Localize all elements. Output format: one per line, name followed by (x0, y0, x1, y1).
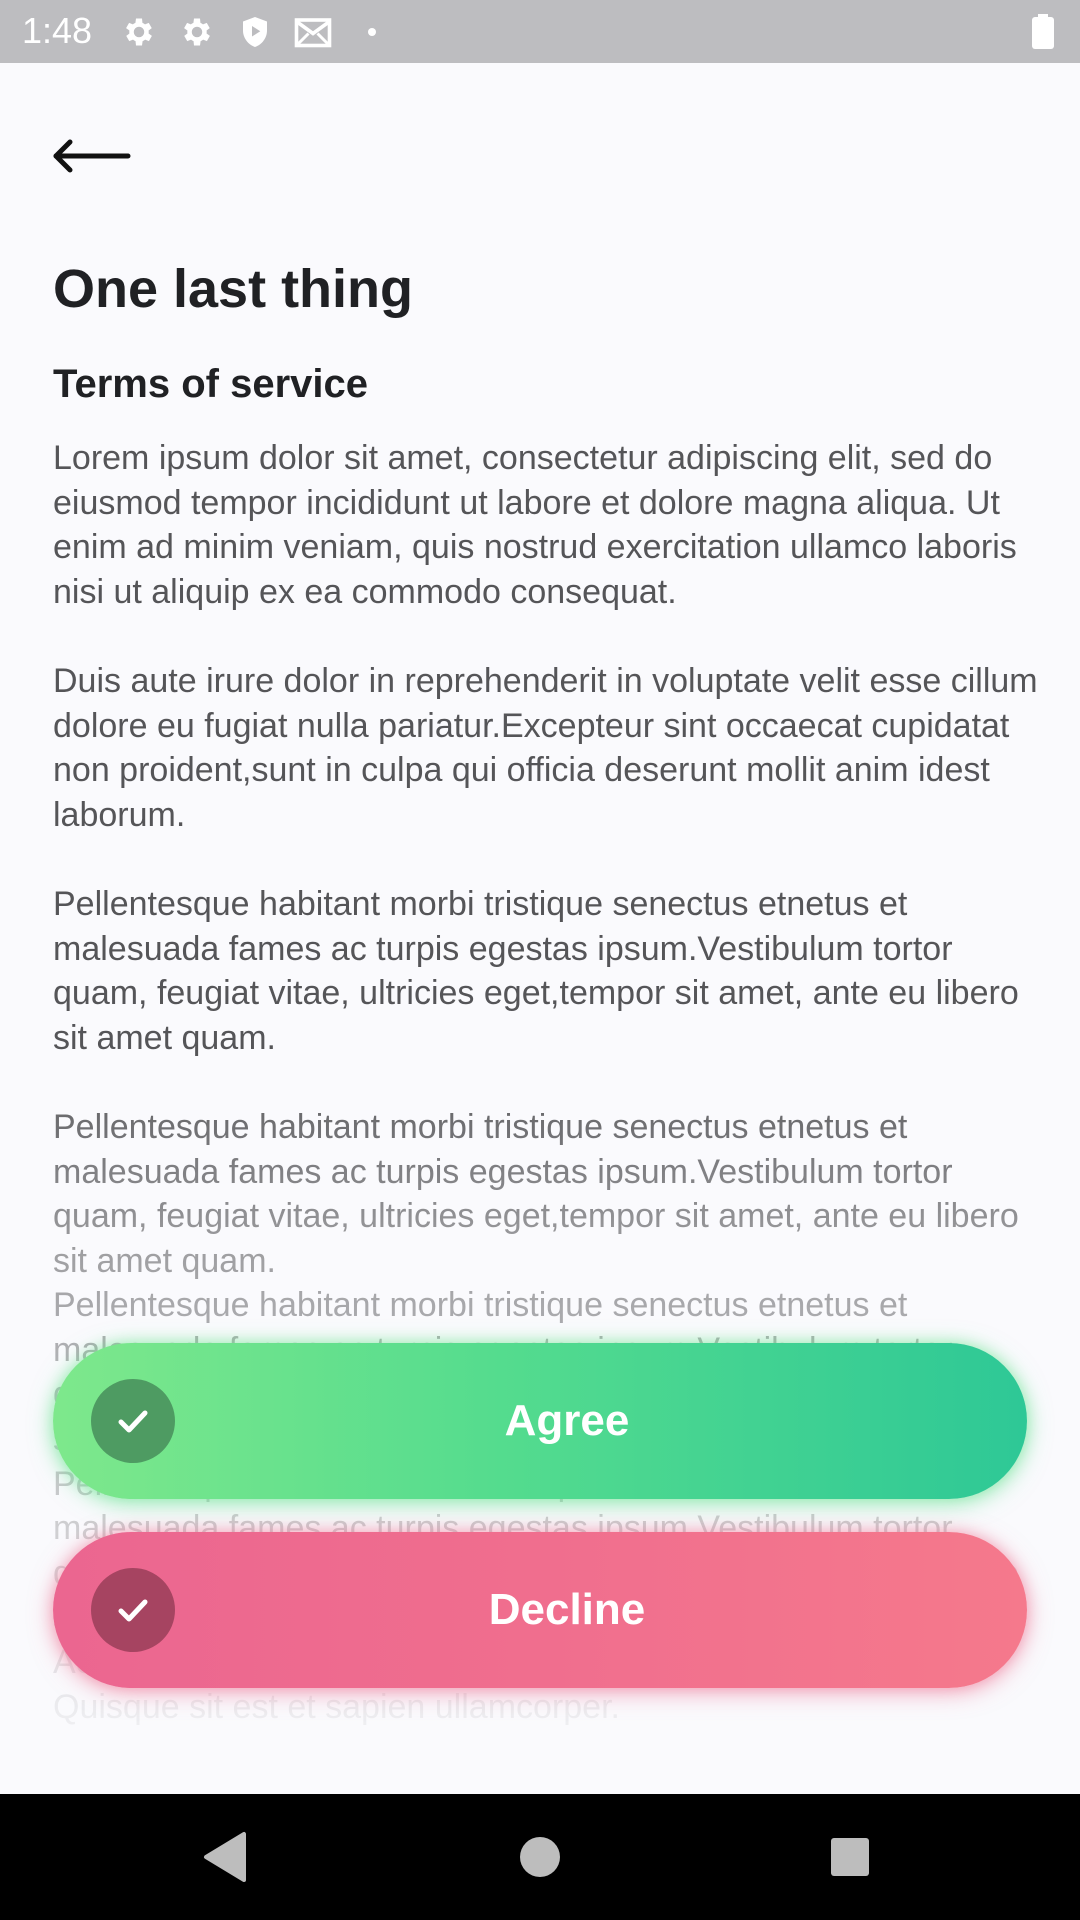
section-title: Terms of service (53, 362, 368, 406)
decline-button[interactable]: Decline (53, 1532, 1027, 1688)
status-bar: 1:48 (0, 0, 1080, 63)
navigation-bar (0, 1794, 1080, 1920)
nav-home-icon (505, 1822, 575, 1892)
nav-back-button[interactable] (190, 1822, 260, 1892)
terms-paragraph: Lorem ipsum dolor sit amet, consectetur … (53, 439, 1017, 611)
battery-icon (1030, 14, 1056, 50)
decline-button-label: Decline (488, 1585, 646, 1634)
terms-paragraph: Pellentesque habitant morbi tristique se… (53, 884, 1019, 1057)
shield-icon (237, 14, 273, 50)
agree-button[interactable]: Agree (53, 1343, 1027, 1499)
terms-paragraph: Duis aute irure dolor in reprehenderit i… (53, 661, 1038, 834)
mail-icon (293, 14, 333, 50)
dot-icon (362, 14, 382, 50)
back-button[interactable] (40, 120, 140, 190)
nav-back-icon (190, 1822, 260, 1892)
status-time: 1:48 (22, 10, 93, 51)
nav-recents-icon (815, 1822, 885, 1892)
nav-home-button[interactable] (505, 1822, 575, 1892)
gear-icon (121, 14, 157, 50)
terms-paragraph: Pellentesque habitant morbi tristique se… (53, 1107, 1019, 1280)
arrow-left-icon (40, 120, 140, 190)
page-title: One last thing (53, 259, 414, 319)
gear-icon (179, 14, 215, 50)
agree-button-label: Agree (504, 1396, 630, 1445)
terms-screen: 1:48 One last thing Terms of service Lor… (0, 0, 1080, 1920)
nav-recents-button[interactable] (815, 1822, 885, 1892)
